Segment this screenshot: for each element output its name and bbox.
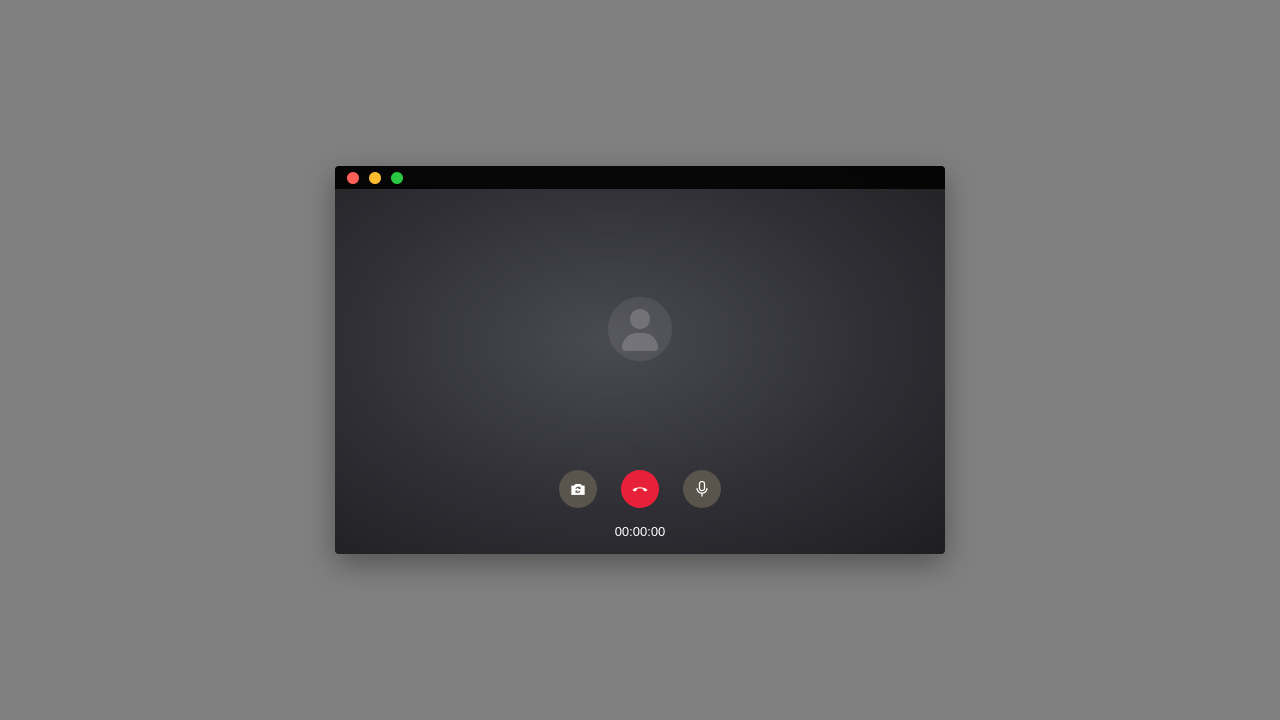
call-timer: 00:00:00 [614, 524, 666, 539]
call-controls [335, 470, 945, 508]
end-call-button[interactable] [621, 470, 659, 508]
window-titlebar[interactable] [335, 166, 945, 189]
microphone-icon [696, 480, 708, 497]
video-call-window: 00:00:00 [335, 166, 945, 554]
phone-hangup-icon [632, 487, 648, 492]
close-window-button[interactable] [347, 171, 359, 184]
flip-camera-button[interactable] [559, 470, 597, 508]
video-placeholder-icon [608, 296, 672, 361]
maximize-window-button[interactable] [391, 171, 403, 184]
camera-flip-icon [571, 484, 585, 495]
minimize-window-button[interactable] [369, 171, 381, 184]
mute-button[interactable] [683, 470, 721, 508]
